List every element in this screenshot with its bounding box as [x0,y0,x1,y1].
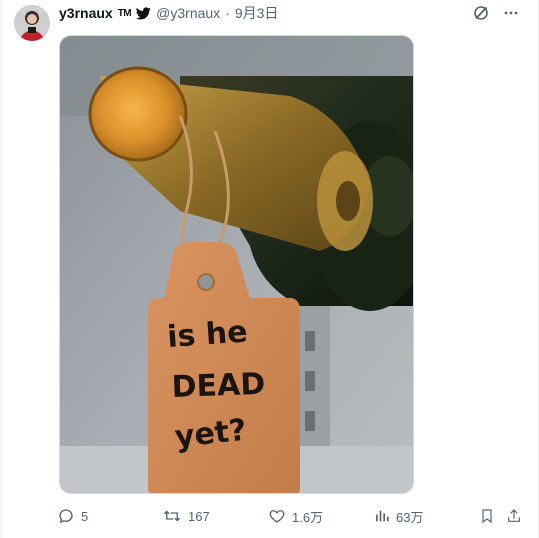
share-button[interactable] [506,505,522,527]
reply-icon [59,509,73,524]
views-button[interactable]: 63万 [374,505,423,527]
avatar-image [14,5,50,41]
tag-text-line3: yet? [173,413,248,455]
tag-text-line1: is he [166,314,249,355]
author-handle[interactable]: @y3rnaux [156,5,220,21]
avatar[interactable] [14,5,50,41]
tm-badge: TM [117,7,132,19]
grok-icon[interactable] [472,4,490,22]
view-count: 63万 [396,509,424,525]
share-icon [508,509,520,522]
heart-icon [269,510,285,523]
tweet-header: y3rnaux TM @y3rnaux · 9月3日 [59,3,278,23]
tag-text-line2: DEAD [171,367,266,405]
tweet-media-image[interactable]: is he DEAD yet? [59,35,414,494]
tweet-date[interactable]: 9月3日 [235,3,279,23]
retweet-button[interactable]: 167 [162,505,210,527]
views-icon [376,510,389,522]
like-count: 1.6万 [292,509,324,525]
bookmark-button[interactable] [479,505,495,527]
twitter-bird-icon [136,6,151,20]
retweet-count: 167 [188,508,210,524]
display-name[interactable]: y3rnaux [59,5,113,21]
bookmark-icon [482,509,492,524]
separator-dot: · [225,5,230,21]
retweet-icon [164,510,180,522]
reply-button[interactable]: 5 [57,505,88,527]
header-actions [472,4,520,22]
reply-count: 5 [81,508,89,524]
tweet-actions: 5 167 1.6万 63万 [57,505,527,527]
more-icon[interactable] [502,4,520,22]
tweet: y3rnaux TM @y3rnaux · 9月3日 is he DEAD ye… [0,0,539,538]
like-button[interactable]: 1.6万 [268,505,323,527]
